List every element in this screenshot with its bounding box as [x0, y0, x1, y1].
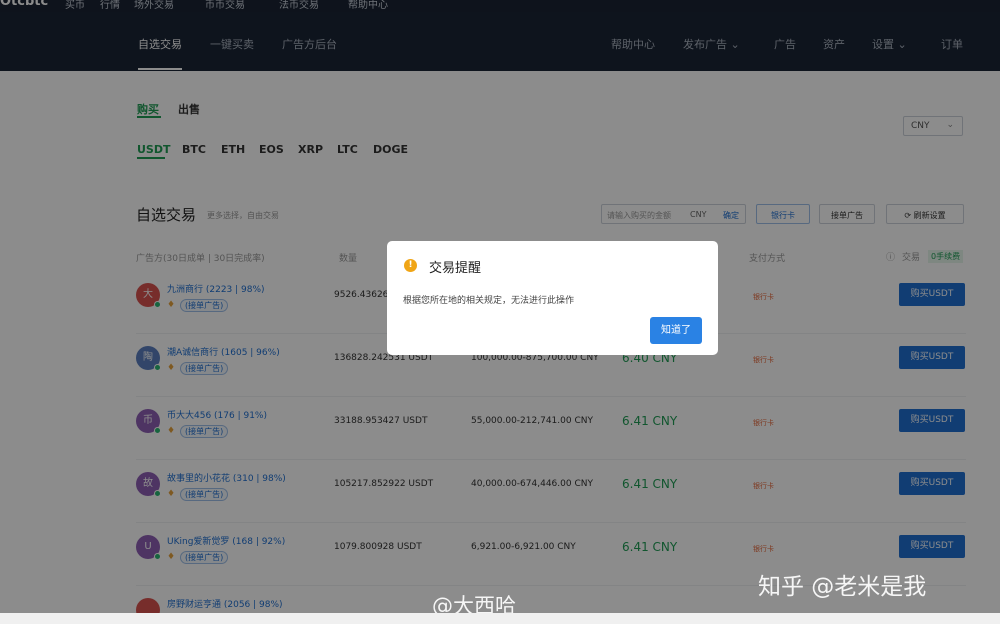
- bottom-strip: [0, 613, 1000, 624]
- dialog-title: 交易提醒: [429, 261, 482, 276]
- zhihu-watermark: 知乎 @老米是我: [758, 574, 927, 600]
- dialog-message: 根据您所在地的相关规定，无法进行此操作: [403, 296, 575, 306]
- dialog-ok-button[interactable]: 知道了: [650, 317, 702, 344]
- warning-icon: !: [404, 259, 417, 272]
- trade-reminder-dialog: ! 交易提醒 根据您所在地的相关规定，无法进行此操作 知道了: [387, 241, 718, 355]
